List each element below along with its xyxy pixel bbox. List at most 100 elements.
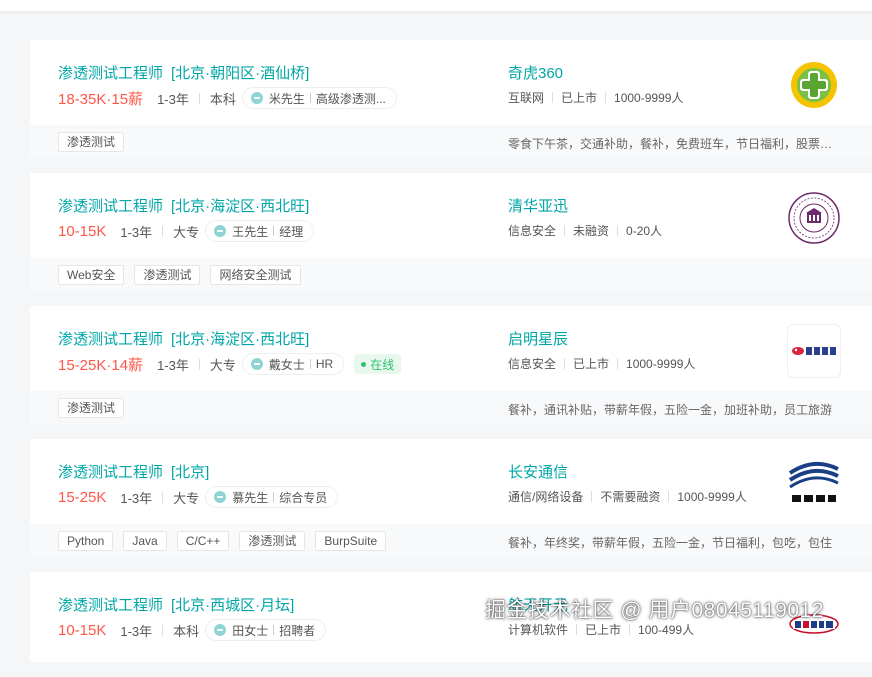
divider bbox=[605, 92, 607, 103]
company-tags: 信息安全 未融资 0-20人 bbox=[508, 222, 662, 239]
skill-tag: 渗透测试 bbox=[58, 132, 125, 152]
job-card[interactable]: 渗透测试工程师 [北京·海淀区·西北旺] 10-15K 1-3年 大专 王先生 经… bbox=[30, 173, 872, 291]
job-card-primary: 渗透测试工程师 [北京·海淀区·西北旺] 10-15K 1-3年 大专 王先生 经… bbox=[30, 173, 872, 258]
degree: 本科 bbox=[209, 91, 236, 107]
recruiter-chat-button[interactable]: 慕先生 综合专员 bbox=[205, 486, 339, 508]
divider bbox=[576, 624, 578, 635]
skill-tag: 网络安全测试 bbox=[210, 265, 301, 285]
salary: 15-25K·14薪 bbox=[58, 356, 144, 374]
qihoo-360-logo[interactable] bbox=[787, 58, 841, 112]
company-name-link[interactable]: 启明星辰 bbox=[508, 328, 568, 349]
chat-bubble-icon bbox=[214, 624, 227, 636]
divider bbox=[668, 491, 670, 502]
job-info-row: 18-35K·15薪 1-3年 本科 米先生 高级渗透测... bbox=[58, 87, 397, 109]
company-tags: 通信/网络设备 不需要融资 1000-9999人 bbox=[508, 488, 747, 505]
company-size: 1000-9999人 bbox=[677, 490, 747, 504]
skill-tag: 渗透测试 bbox=[58, 398, 125, 418]
recruiter-chat-button[interactable]: 米先生 高级渗透测... bbox=[241, 87, 397, 109]
divider bbox=[273, 625, 275, 635]
skill-tag: Java bbox=[123, 531, 167, 551]
company-industry: 信息安全 bbox=[508, 224, 557, 238]
chat-bubble-icon bbox=[250, 92, 263, 104]
company-size: 1000-9999人 bbox=[614, 91, 684, 105]
divider bbox=[552, 92, 554, 103]
divider bbox=[309, 359, 311, 369]
divider bbox=[273, 492, 275, 502]
skill-tags: Python Java C/C++ 渗透测试 BurpSuite bbox=[58, 531, 396, 551]
watermark: 掘金技术社区 @ 用户08045119012 bbox=[485, 599, 824, 622]
divider bbox=[564, 225, 566, 236]
job-name[interactable]: 渗透测试工程师 bbox=[58, 331, 163, 348]
recruiter-name: 王先生 bbox=[232, 224, 269, 239]
job-name[interactable]: 渗透测试工程师 bbox=[58, 65, 163, 82]
company-stage: 不需要融资 bbox=[600, 490, 661, 504]
job-name[interactable]: 渗透测试工程师 bbox=[58, 597, 163, 614]
recruiter-title: 综合专员 bbox=[279, 490, 328, 505]
degree: 大专 bbox=[173, 490, 200, 506]
job-card[interactable]: 渗透测试工程师 [北京·海淀区·西北旺] 15-25K·14薪 1-3年 大专 戴… bbox=[30, 306, 872, 424]
skill-tag: 渗透测试 bbox=[239, 531, 306, 551]
job-info-row: 10-15K 1-3年 本科 田女士 招聘者 bbox=[58, 619, 327, 641]
divider bbox=[617, 358, 619, 369]
divider bbox=[198, 92, 200, 104]
divider bbox=[273, 226, 275, 236]
job-name[interactable]: 渗透测试工程师 bbox=[58, 464, 163, 481]
job-info-row: 15-25K·14薪 1-3年 大专 戴女士 HR 在线 bbox=[58, 353, 402, 375]
job-title-link[interactable]: 渗透测试工程师 [北京·海淀区·西北旺] bbox=[58, 328, 309, 349]
job-area: [北京] bbox=[171, 464, 210, 481]
welfare-text: 餐补，通讯补贴，带薪年假，五险一金，加班补助，员工旅游 bbox=[508, 403, 833, 417]
online-label: 在线 bbox=[370, 357, 395, 372]
company-tags: 互联网 已上市 1000-9999人 bbox=[508, 89, 683, 106]
job-info-row: 10-15K 1-3年 大专 王先生 经理 bbox=[58, 220, 315, 242]
recruiter-title: 高级渗透测... bbox=[315, 91, 386, 106]
company-name-link[interactable]: 长安通信 bbox=[508, 461, 568, 482]
company-name-link[interactable]: 清华亚迅 bbox=[508, 195, 568, 216]
recruiter-chat-button[interactable]: 戴女士 HR bbox=[241, 353, 345, 375]
tsinghua-yaxun-logo[interactable] bbox=[787, 191, 841, 245]
experience: 1-3年 bbox=[157, 91, 189, 107]
skill-tag: 渗透测试 bbox=[134, 265, 201, 285]
recruiter-chat-button[interactable]: 田女士 招聘者 bbox=[205, 619, 327, 641]
job-card-primary: 渗透测试工程师 [北京] 15-25K 1-3年 大专 慕先生 综合专员 长安通信… bbox=[30, 439, 872, 524]
chat-bubble-icon bbox=[214, 225, 227, 237]
job-area: [北京·海淀区·西北旺] bbox=[171, 198, 310, 215]
salary: 10-15K bbox=[58, 621, 107, 639]
skill-tag: BurpSuite bbox=[315, 531, 387, 551]
company-industry: 通信/网络设备 bbox=[508, 490, 584, 504]
company-stage: 未融资 bbox=[573, 224, 610, 238]
job-title-link[interactable]: 渗透测试工程师 [北京·朝阳区·酒仙桥] bbox=[58, 62, 309, 83]
skill-tags: Web安全 渗透测试 网络安全测试 bbox=[58, 265, 311, 285]
company-name-link[interactable]: 奇虎360 bbox=[508, 62, 563, 83]
recruiter-name: 戴女士 bbox=[268, 357, 305, 372]
job-card[interactable]: 渗透测试工程师 [北京·朝阳区·酒仙桥] 18-35K·15薪 1-3年 本科 米… bbox=[30, 40, 872, 158]
venustech-logo[interactable] bbox=[787, 324, 841, 378]
recruiter-name: 米先生 bbox=[268, 91, 305, 106]
recruiter-chat-button[interactable]: 王先生 经理 bbox=[205, 220, 315, 242]
company-industry: 信息安全 bbox=[508, 357, 557, 371]
experience: 1-3年 bbox=[120, 623, 153, 639]
job-area: [北京·朝阳区·酒仙桥] bbox=[171, 65, 310, 82]
divider bbox=[591, 491, 593, 502]
job-card-footer: 渗透测试 零食下午茶，交通补助，餐补，免费班车，节日福利，股票期权 bbox=[30, 125, 872, 158]
job-card-footer: 渗透测试 餐补，通讯补贴，带薪年假，五险一金，加班补助，员工旅游 bbox=[30, 391, 872, 424]
divider bbox=[198, 358, 200, 370]
welfare-text: 零食下午茶，交通补助，餐补，免费班车，节日福利，股票期权 bbox=[508, 137, 833, 151]
divider bbox=[162, 624, 164, 636]
job-title-link[interactable]: 渗透测试工程师 [北京] bbox=[58, 461, 209, 482]
job-name[interactable]: 渗透测试工程师 bbox=[58, 198, 163, 215]
job-card-footer: Web安全 渗透测试 网络安全测试 bbox=[30, 258, 872, 291]
company-stage: 已上市 bbox=[561, 91, 598, 105]
divider bbox=[162, 491, 164, 503]
job-title-link[interactable]: 渗透测试工程师 [北京·海淀区·西北旺] bbox=[58, 195, 309, 216]
skill-tags: 渗透测试 bbox=[58, 132, 134, 152]
divider bbox=[162, 225, 164, 237]
company-stage: 已上市 bbox=[573, 357, 610, 371]
changan-tongxin-logo[interactable] bbox=[787, 457, 841, 511]
recruiter-title: HR bbox=[315, 357, 334, 371]
job-card[interactable]: 渗透测试工程师 [北京] 15-25K 1-3年 大专 慕先生 综合专员 长安通信… bbox=[30, 439, 872, 557]
skill-tag: Python bbox=[58, 531, 114, 551]
chat-bubble-icon bbox=[214, 491, 227, 503]
chat-bubble-icon bbox=[250, 358, 263, 370]
online-status-badge: 在线 bbox=[354, 354, 402, 374]
job-title-link[interactable]: 渗透测试工程师 [北京·西城区·月坛] bbox=[58, 594, 294, 615]
